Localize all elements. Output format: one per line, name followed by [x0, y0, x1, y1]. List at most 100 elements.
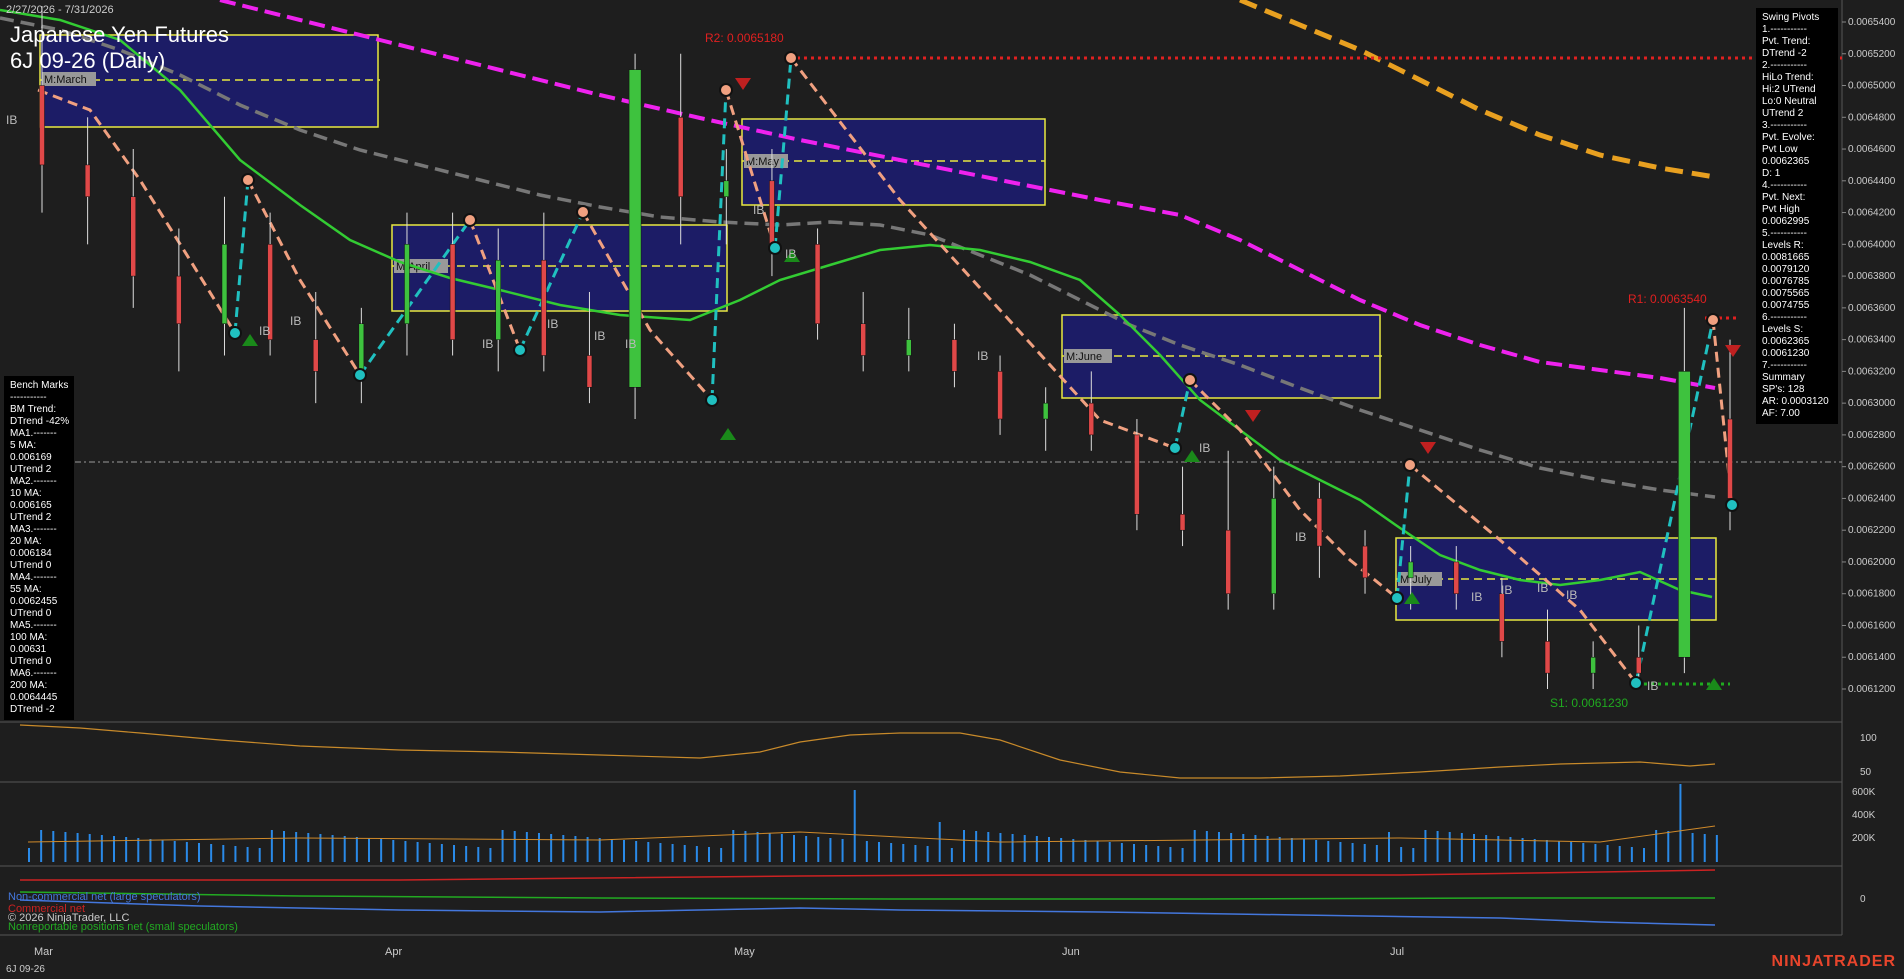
bench-marks-line: 55 MA: — [10, 584, 42, 595]
candle-body — [1316, 498, 1323, 547]
month-jul: Jul — [1390, 946, 1404, 958]
box-label-june: M:June — [1066, 351, 1102, 363]
month-jun: Jun — [1062, 946, 1080, 958]
month-apr: Apr — [385, 946, 402, 958]
candle-body — [1678, 371, 1691, 658]
swing-pivots-line: Hi:2 UTrend — [1762, 84, 1816, 95]
svg-text:IB: IB — [1295, 530, 1306, 544]
volume-bar — [501, 830, 504, 862]
volume-bar — [1181, 848, 1184, 862]
svg-text:IB: IB — [1537, 581, 1548, 595]
volume-bar — [246, 847, 249, 862]
swing-pivots-line: Levels S: — [1762, 324, 1804, 335]
bench-marks-panel: Bench Marks ----------- BM Trend: DTrend -4… — [4, 376, 74, 720]
volume-bar — [331, 835, 334, 862]
svg-text:IB: IB — [547, 317, 558, 331]
volume-bar — [64, 832, 67, 862]
swing-pivots-line: Lo:0 Neutral — [1762, 96, 1817, 107]
osc-tick-50: 50 — [1860, 767, 1872, 778]
volume-bar — [999, 833, 1002, 862]
volume-bar — [683, 845, 686, 862]
volume-bar — [1048, 837, 1050, 862]
volume-bar — [586, 837, 589, 862]
swing-pivots-line: 4.----------- — [1762, 180, 1807, 191]
swing-pivots-line: 0.0062995 — [1762, 216, 1810, 227]
price-chart[interactable]: M:March M:April M:May M:June M:July R2: … — [0, 0, 1904, 979]
volume-bar — [149, 839, 152, 862]
volume-bar — [817, 837, 820, 862]
volume-bar — [1133, 844, 1135, 862]
volume-bar — [1035, 836, 1038, 862]
price-tick: 0.0062600 — [1848, 462, 1896, 473]
swing-pivots-line: UTrend 2 — [1762, 108, 1804, 119]
volume-bar — [1485, 835, 1488, 862]
symbol-footer: 6J 09-26 — [6, 964, 45, 975]
price-tick: 0.0065000 — [1848, 81, 1896, 92]
volume-bar — [780, 834, 783, 862]
swing-pivots-line: 0.0074755 — [1762, 300, 1810, 311]
volume-bar — [453, 845, 455, 862]
svg-text:IB: IB — [753, 203, 764, 217]
volume-bar — [1339, 842, 1342, 862]
volume-bar — [756, 832, 759, 862]
candle-body — [951, 339, 958, 372]
volume-bar — [428, 843, 431, 862]
candle-body — [723, 180, 730, 197]
volume-bar — [1460, 833, 1463, 862]
volume-bar — [1400, 847, 1403, 862]
candle-body — [130, 196, 136, 277]
volume-bar — [1193, 830, 1196, 862]
svg-text:IB: IB — [1647, 679, 1658, 693]
svg-text:IB: IB — [594, 329, 605, 343]
candle-body — [495, 259, 501, 340]
price-tick: 0.0063600 — [1848, 303, 1896, 314]
volume-bar — [1169, 847, 1172, 862]
volume-bar — [610, 839, 613, 862]
volume-bar — [477, 847, 480, 862]
price-tick: 0.0061400 — [1848, 652, 1896, 663]
bench-marks-line: UTrend 0 — [10, 560, 52, 571]
candle-body — [769, 180, 775, 245]
volume-bar — [161, 840, 164, 862]
candle-body — [312, 339, 319, 372]
vol-tick-600k: 600K — [1852, 787, 1876, 798]
swing-pivots-line: 7.----------- — [1762, 360, 1807, 371]
svg-text:IB: IB — [625, 337, 636, 351]
volume-bar — [258, 848, 261, 862]
swing-pivots-line: 2.----------- — [1762, 60, 1807, 71]
candle-body — [1042, 402, 1049, 420]
volume-bar — [1303, 839, 1305, 862]
volume-bar — [695, 846, 698, 862]
volume-bar — [1108, 842, 1111, 862]
volume-bar — [295, 832, 298, 862]
volume-bar — [52, 831, 55, 862]
volume-bar — [793, 835, 795, 862]
bench-marks-line: MA6.------- — [10, 668, 57, 679]
price-tick: 0.0062200 — [1848, 525, 1896, 536]
bench-marks-line: UTrend 2 — [10, 512, 52, 523]
volume-bar — [100, 835, 103, 862]
bench-marks-line: 0.0062455 — [10, 596, 58, 607]
volume-bar — [1278, 837, 1281, 862]
bench-marks-line: 20 MA: — [10, 536, 42, 547]
volume-bar — [1327, 841, 1330, 862]
bench-marks-line: 0.0064445 — [10, 692, 58, 703]
bench-marks-line: MA4.------- — [10, 572, 57, 583]
volume-bar — [1120, 843, 1123, 862]
price-tick: 0.0062000 — [1848, 557, 1896, 568]
svg-text:IB: IB — [1566, 588, 1577, 602]
swing-pivots-line: SP's: 128 — [1762, 384, 1805, 395]
candle-body — [1134, 434, 1140, 515]
box-label-march: M:March — [44, 74, 87, 86]
volume-bar — [1084, 840, 1087, 862]
candle-body — [358, 323, 365, 372]
volume-bar — [1315, 840, 1318, 862]
swing-pivots-line: 0.0079120 — [1762, 264, 1810, 275]
price-tick: 0.0063800 — [1848, 271, 1896, 282]
candle-body — [814, 244, 821, 324]
candle-body — [906, 339, 912, 356]
volume-bar — [829, 838, 832, 862]
candle-body — [1636, 656, 1642, 674]
volume-bar — [234, 846, 237, 862]
bench-marks-line: MA3.------- — [10, 524, 57, 535]
